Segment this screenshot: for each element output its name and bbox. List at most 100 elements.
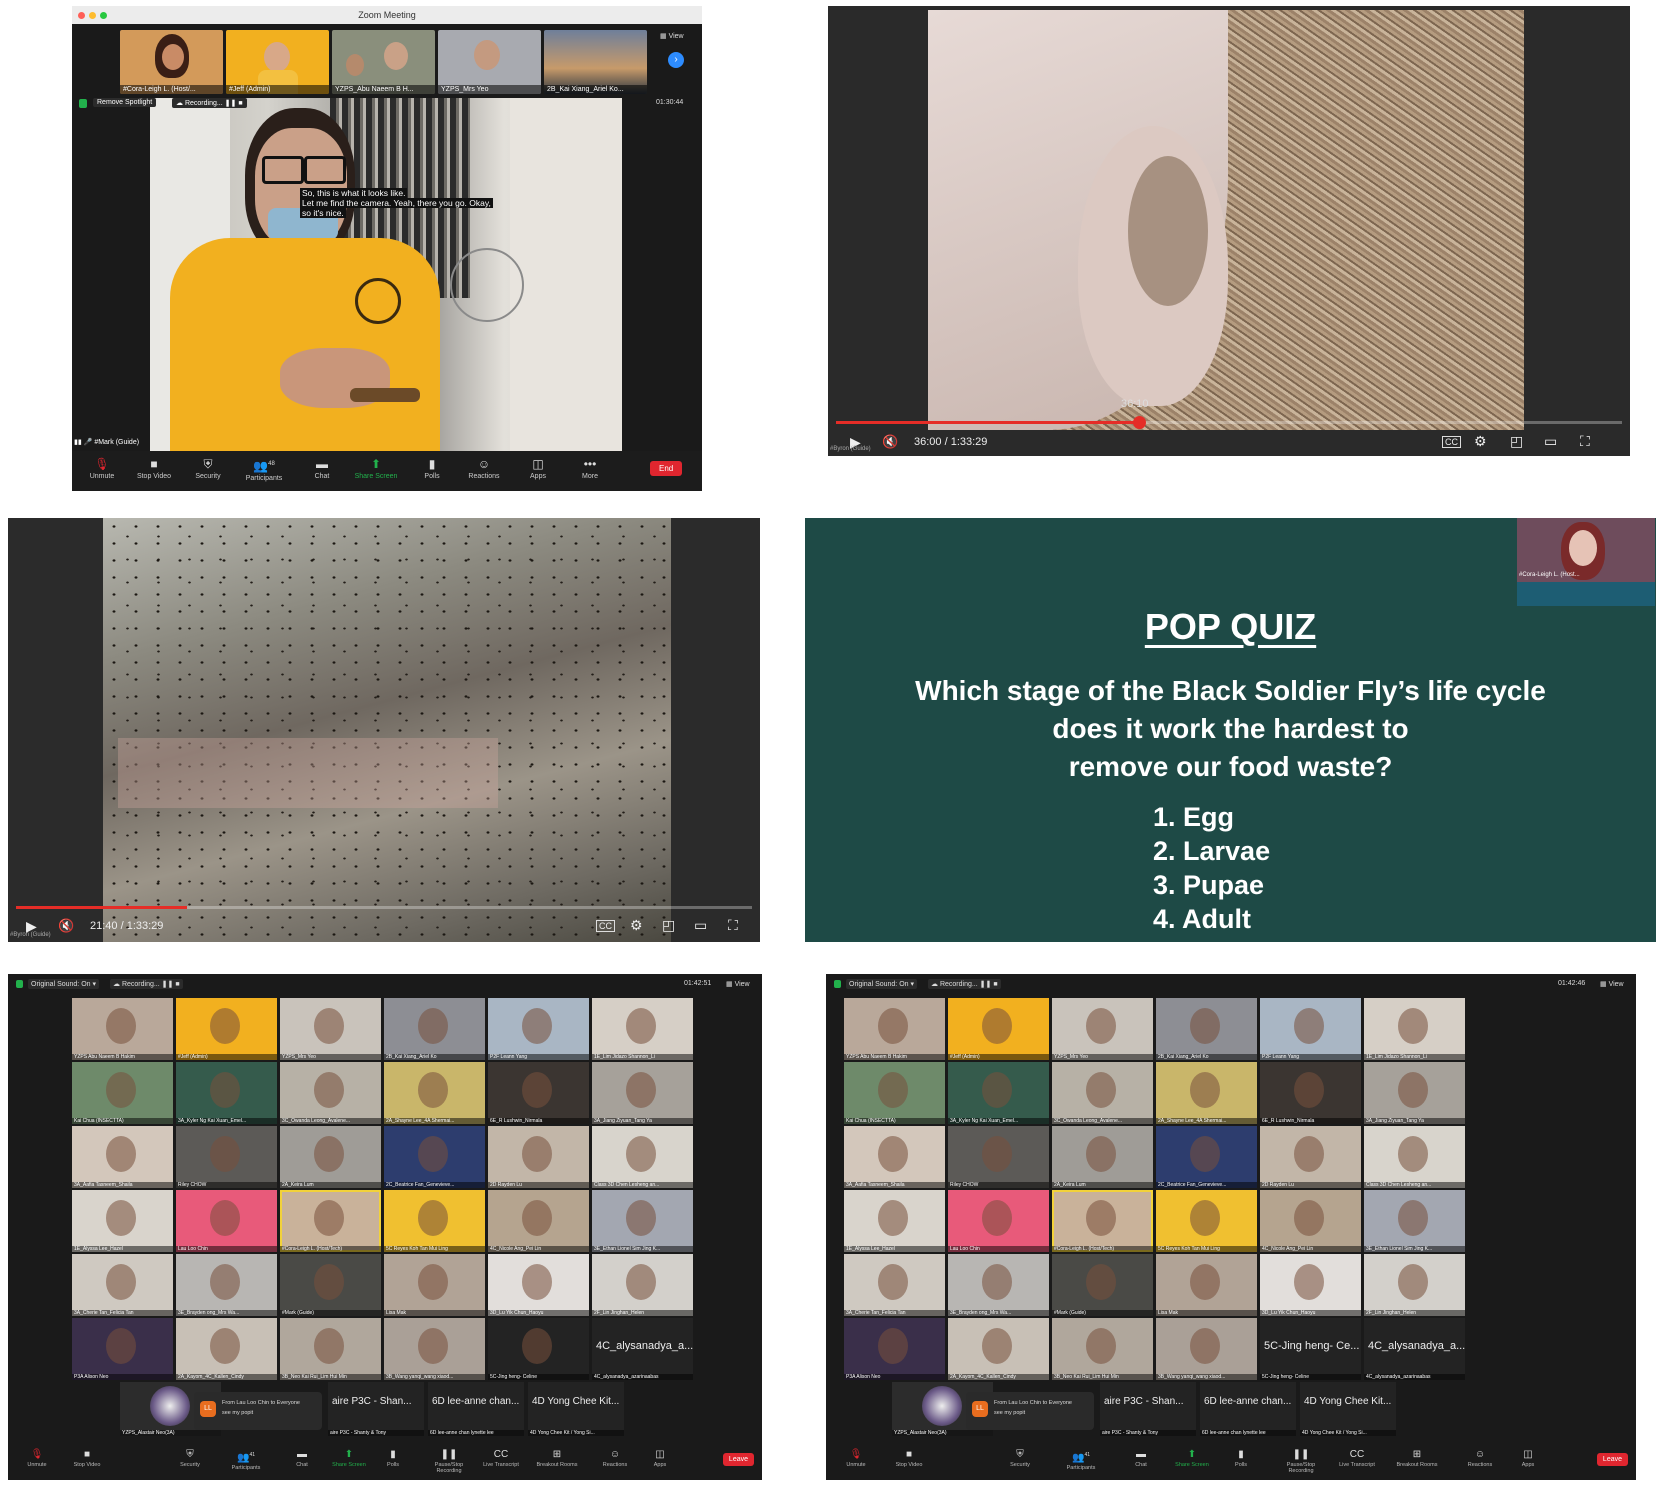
participant-tile[interactable]: 3B_Neo Kai Rui_Lim Hui Min bbox=[1052, 1318, 1153, 1380]
reactions-button[interactable]: ☺ Reactions bbox=[590, 1448, 640, 1468]
more-button[interactable]: ••• More bbox=[562, 455, 618, 480]
participant-tile[interactable]: YZPS Abu Naeem B Hakim bbox=[72, 998, 173, 1060]
participant-tile[interactable]: P3A Alison Neo bbox=[844, 1318, 945, 1380]
participant-tile[interactable]: Riley CHOW bbox=[176, 1126, 277, 1188]
participant-tile[interactable]: 3E_Brayden ong_Mrs Wa... bbox=[948, 1254, 1049, 1316]
share-screen-button[interactable]: ⬆ Share Screen bbox=[324, 1448, 374, 1468]
host-video-thumb[interactable]: #Cora-Leigh L. (Host... bbox=[1517, 518, 1655, 582]
share-screen-button[interactable]: ⬆ Share Screen bbox=[1167, 1448, 1217, 1468]
security-button[interactable]: ⛨ Security bbox=[180, 455, 236, 480]
reactions-button[interactable]: ☺ Reactions bbox=[456, 455, 512, 480]
participant-tile[interactable]: 3A_Cherie Tan_Felicia Tan bbox=[72, 1254, 173, 1316]
participant-tile[interactable]: 2A_Shayne Lee_4A Shermai... bbox=[1156, 1062, 1257, 1124]
chat-notification[interactable]: LL From Lau Loo Chin to Everyone see my po… bbox=[194, 1392, 322, 1430]
participant-tile[interactable]: 3A_Jiang Ziyuan_Tang Ya bbox=[592, 1062, 693, 1124]
participant-tile[interactable]: #Cora-Leigh L. (Host/Tech) bbox=[280, 1190, 381, 1252]
participant-tile[interactable]: 3A_Aafia Tasneem_Shaila bbox=[844, 1126, 945, 1188]
breakout-rooms-button[interactable]: ⊞ Breakout Rooms bbox=[1392, 1448, 1442, 1468]
participant-tile[interactable]: 4C_Nicole Ang_Pei Lin bbox=[1260, 1190, 1361, 1252]
participant-tile[interactable]: 3A_Kyler Ng Kai Xuan_Emel... bbox=[176, 1062, 277, 1124]
miniplayer-icon[interactable]: ◰ bbox=[662, 917, 675, 934]
participant-tile[interactable]: #Jeff (Admin) bbox=[176, 998, 277, 1060]
share-screen-button[interactable]: ⬆ Share Screen bbox=[348, 455, 404, 480]
leave-button[interactable]: Leave bbox=[722, 1453, 754, 1466]
participant-tile[interactable]: YZPS Abu Naeem B Hakim bbox=[844, 998, 945, 1060]
cast-icon[interactable]: ▭ bbox=[1544, 433, 1557, 450]
participant-tile[interactable]: Class 3D Chen Lesheng an... bbox=[1364, 1126, 1465, 1188]
participant-tile[interactable]: 3D_Lu Yik Chun_Haoyu bbox=[488, 1254, 589, 1316]
live-transcript-button[interactable]: CC Live Transcript bbox=[476, 1448, 526, 1468]
polls-button[interactable]: ▮ Polls bbox=[1216, 1448, 1266, 1468]
participant-tile[interactable]: 6D lee-anne chan... 6D lee-anne chan lyne… bbox=[428, 1382, 524, 1436]
participant-tile[interactable]: 3A_Jiang Ziyuan_Tang Ya bbox=[1364, 1062, 1465, 1124]
fullscreen-icon[interactable]: ⛶ bbox=[728, 917, 738, 934]
participants-button[interactable]: 👥41 Participants bbox=[1056, 1448, 1106, 1471]
recording-indicator[interactable]: ☁ Recording... ❚❚ ■ bbox=[110, 979, 183, 989]
participant-tile[interactable]: 3C_Owanda Leong_Avalene... bbox=[280, 1062, 381, 1124]
minimize-icon[interactable] bbox=[89, 12, 96, 19]
participant-tile[interactable]: 3C_Owanda Leong_Avalene... bbox=[1052, 1062, 1153, 1124]
miniplayer-icon[interactable]: ◰ bbox=[1510, 433, 1523, 450]
security-button[interactable]: ⛨ Security bbox=[995, 1448, 1045, 1468]
participant-tile[interactable]: 3E_Brayden ong_Mrs Wa... bbox=[176, 1254, 277, 1316]
participant-tile[interactable]: 4D Yong Chee Kit... 4D Yong Chee Kit / Yo… bbox=[528, 1382, 624, 1436]
participant-tile[interactable]: 6E_R Lushwin_Nirmala bbox=[488, 1062, 589, 1124]
live-transcript-button[interactable]: CC Live Transcript bbox=[1332, 1448, 1382, 1468]
participant-tile[interactable]: P3A Alison Neo bbox=[72, 1318, 173, 1380]
participant-tile[interactable]: 4C_Nicole Ang_Pei Lin bbox=[488, 1190, 589, 1252]
polls-button[interactable]: ▮ Polls bbox=[404, 455, 460, 480]
participant-tile[interactable]: YZPS_Mrs Yeo bbox=[280, 998, 381, 1060]
unmute-button[interactable]: 🎙 Unmute bbox=[831, 1448, 881, 1468]
end-button[interactable]: End bbox=[650, 461, 683, 476]
pause-stop-recording-button[interactable]: ❚❚ Pause/Stop Recording bbox=[424, 1448, 474, 1474]
progress-bar[interactable] bbox=[836, 416, 1622, 429]
participant-tile[interactable]: 3D_Lu Yik Chun_Haoyu bbox=[1260, 1254, 1361, 1316]
stop-video-button[interactable]: ■ Stop Video bbox=[884, 1448, 934, 1468]
stop-video-button[interactable]: ■ Stop Video bbox=[126, 455, 182, 480]
participant-tile[interactable]: P2F Leann Yang bbox=[1260, 998, 1361, 1060]
view-button[interactable]: ▦ View bbox=[1600, 980, 1624, 988]
participant-tile[interactable]: 5C-Jing heng- Celine bbox=[488, 1318, 589, 1380]
participant-tile[interactable]: 3E_Ethan Lionel Sim Jing K... bbox=[592, 1190, 693, 1252]
participant-tile[interactable]: 2A_Keira Lum bbox=[1052, 1126, 1153, 1188]
video-player-larvae[interactable]: 36:10 ▶ 🔇 36:00 / 1:33:29 CC ⚙ ◰ ▭ ⛶ #By… bbox=[828, 6, 1630, 456]
participant-tile[interactable]: 1E_Alyssa Lee_Hazel bbox=[844, 1190, 945, 1252]
participants-button[interactable]: 👥48 Participants bbox=[236, 455, 292, 482]
view-button[interactable]: ▦ View bbox=[660, 32, 684, 40]
security-button[interactable]: ⛨ Security bbox=[165, 1448, 215, 1468]
participant-thumb[interactable]: #Jeff (Admin) bbox=[226, 30, 329, 94]
participant-tile[interactable]: 3B_Neo Kai Rui_Lim Hui Min bbox=[280, 1318, 381, 1380]
next-page-icon[interactable]: › bbox=[668, 52, 684, 68]
participant-tile[interactable]: Kai Chua (INSECTTA) bbox=[72, 1062, 173, 1124]
participant-tile[interactable]: 2B_Kai Xiang_Ariel Ko bbox=[384, 998, 485, 1060]
participant-thumb[interactable]: #Cora-Leigh L. (Host/... bbox=[120, 30, 223, 94]
participant-tile[interactable]: 2A_Shayne Lee_4A Shermai... bbox=[384, 1062, 485, 1124]
participant-tile[interactable]: Lau Loo Chin bbox=[948, 1190, 1049, 1252]
participant-tile[interactable]: 2A_Kayom_4C_Kallen_Cindy bbox=[948, 1318, 1049, 1380]
remove-spotlight-button[interactable]: Remove Spotlight bbox=[93, 98, 157, 107]
leave-button[interactable]: Leave bbox=[1596, 1453, 1628, 1466]
apps-button[interactable]: ◫ Apps bbox=[1503, 1448, 1553, 1468]
chat-button[interactable]: ▬ Chat bbox=[294, 455, 350, 480]
cast-icon[interactable]: ▭ bbox=[694, 917, 707, 934]
apps-button[interactable]: ◫ Apps bbox=[635, 1448, 685, 1468]
breakout-rooms-button[interactable]: ⊞ Breakout Rooms bbox=[532, 1448, 582, 1468]
participant-tile[interactable]: Kai Chua (INSECTTA) bbox=[844, 1062, 945, 1124]
participant-tile[interactable]: 3A_Kyler Ng Kai Xuan_Emel... bbox=[948, 1062, 1049, 1124]
participant-tile[interactable]: 5C Reyes Koh Tan Mui Ling bbox=[384, 1190, 485, 1252]
reactions-button[interactable]: ☺ Reactions bbox=[1455, 1448, 1505, 1468]
participant-tile[interactable]: 2D Rayden Lu bbox=[488, 1126, 589, 1188]
participant-tile[interactable]: #Mark (Guide) bbox=[280, 1254, 381, 1316]
participant-tile[interactable]: 2F_Lin Jinghan_Helen bbox=[592, 1254, 693, 1316]
captions-button[interactable]: CC bbox=[596, 920, 615, 932]
participant-tile[interactable]: 6D lee-anne chan... 6D lee-anne chan lyne… bbox=[1200, 1382, 1296, 1436]
original-sound-toggle[interactable]: Original Sound: On ▾ bbox=[28, 979, 100, 989]
polls-button[interactable]: ▮ Polls bbox=[368, 1448, 418, 1468]
participant-tile[interactable]: 2C_Beatrice Fan_Genevieve... bbox=[1156, 1126, 1257, 1188]
participant-tile[interactable]: 2A_Keira Lum bbox=[280, 1126, 381, 1188]
participant-tile[interactable]: YZPS_Mrs Yeo bbox=[1052, 998, 1153, 1060]
progress-bar[interactable] bbox=[16, 906, 752, 909]
participant-tile[interactable]: Class 3D Chen Lesheng an... bbox=[592, 1126, 693, 1188]
participant-thumb[interactable]: YZPS_Mrs Yeo bbox=[438, 30, 541, 94]
participant-tile[interactable]: Lisa Mak bbox=[384, 1254, 485, 1316]
